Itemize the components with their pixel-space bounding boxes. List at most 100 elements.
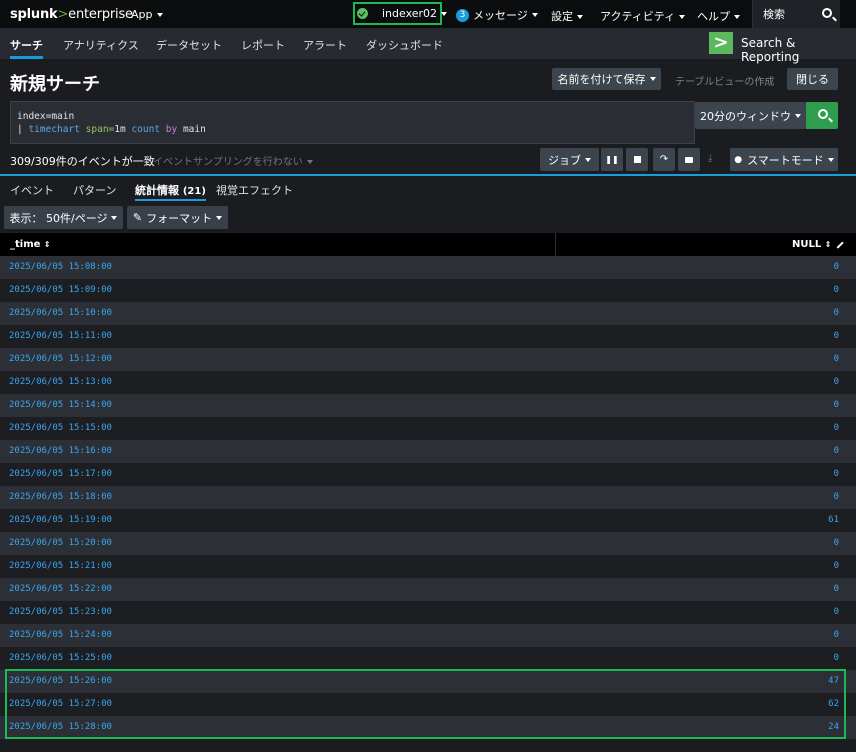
save-as-button[interactable]: 名前を付けて保存 — [552, 68, 661, 90]
table-row[interactable]: 2025/06/05 15:20:00 0 — [0, 532, 856, 555]
pause-button[interactable]: ❚❚ — [601, 148, 623, 171]
print-button[interactable] — [678, 148, 700, 171]
cell-time[interactable]: 2025/06/05 15:08:00 — [9, 262, 112, 272]
column-time[interactable]: _time ⇕ — [10, 239, 51, 250]
nav-search[interactable]: サーチ — [10, 37, 43, 59]
cell-time[interactable]: 2025/06/05 15:28:00 — [9, 722, 112, 732]
cell-time[interactable]: 2025/06/05 15:17:00 — [9, 469, 112, 479]
messages-menu[interactable]: 3 メッセージ — [456, 7, 538, 23]
cell-value[interactable]: 0 — [834, 630, 839, 640]
cell-value[interactable]: 47 — [828, 676, 839, 686]
settings-menu[interactable]: 設定 — [551, 8, 583, 24]
splunk-logo[interactable]: splunk>enterprise — [10, 7, 133, 22]
cell-time[interactable]: 2025/06/05 15:15:00 — [9, 423, 112, 433]
cell-value[interactable]: 0 — [834, 584, 839, 594]
table-row[interactable]: 2025/06/05 15:26:00 47 — [0, 670, 856, 693]
cell-value[interactable]: 0 — [834, 308, 839, 318]
cell-value[interactable]: 0 — [834, 607, 839, 617]
table-row[interactable]: 2025/06/05 15:12:00 0 — [0, 348, 856, 371]
cell-time[interactable]: 2025/06/05 15:13:00 — [9, 377, 112, 387]
cell-value[interactable]: 0 — [834, 653, 839, 663]
cell-time[interactable]: 2025/06/05 15:18:00 — [9, 492, 112, 502]
cell-value[interactable]: 0 — [834, 331, 839, 341]
cell-value[interactable]: 0 — [834, 469, 839, 479]
nav-dashboards[interactable]: ダッシュボード — [366, 37, 443, 53]
nav-reports[interactable]: レポート — [241, 37, 285, 53]
cell-value[interactable]: 0 — [834, 262, 839, 272]
export-icon[interactable]: ⤓ — [708, 153, 712, 176]
nav-alerts[interactable]: アラート — [303, 37, 347, 53]
table-row[interactable]: 2025/06/05 15:17:00 0 — [0, 463, 856, 486]
stop-button[interactable] — [626, 148, 648, 171]
table-row[interactable]: 2025/06/05 15:25:00 0 — [0, 647, 856, 670]
table-row[interactable]: 2025/06/05 15:11:00 0 — [0, 325, 856, 348]
time-range-picker[interactable]: 20分のウィンドウ — [695, 102, 806, 129]
edit-icon[interactable] — [832, 237, 844, 249]
format-menu[interactable]: ✎ フォーマット — [127, 206, 228, 229]
cell-time[interactable]: 2025/06/05 15:27:00 — [9, 699, 112, 709]
table-row[interactable]: 2025/06/05 15:13:00 0 — [0, 371, 856, 394]
cell-value[interactable]: 0 — [834, 400, 839, 410]
cell-time[interactable]: 2025/06/05 15:16:00 — [9, 446, 112, 456]
cell-time[interactable]: 2025/06/05 15:14:00 — [9, 400, 112, 410]
search-submit-button[interactable] — [806, 102, 838, 129]
cell-time[interactable]: 2025/06/05 15:21:00 — [9, 561, 112, 571]
cell-time[interactable]: 2025/06/05 15:12:00 — [9, 354, 112, 364]
cell-time[interactable]: 2025/06/05 15:10:00 — [9, 308, 112, 318]
job-menu[interactable]: ジョブ — [540, 148, 599, 171]
app-menu[interactable]: App — [131, 8, 163, 21]
share-button[interactable]: ↷ — [653, 148, 675, 171]
create-table-view-link[interactable]: テーブルビューの作成 — [675, 73, 774, 88]
cell-time[interactable]: 2025/06/05 15:09:00 — [9, 285, 112, 295]
cell-value[interactable]: 0 — [834, 354, 839, 364]
table-row[interactable]: 2025/06/05 15:21:00 0 — [0, 555, 856, 578]
nav-datasets[interactable]: データセット — [156, 37, 222, 53]
rows-per-page-menu[interactable]: 表示： 50件/ページ — [4, 206, 123, 229]
cell-value[interactable]: 61 — [828, 515, 839, 525]
table-row[interactable]: 2025/06/05 15:22:00 0 — [0, 578, 856, 601]
cell-value[interactable]: 0 — [834, 538, 839, 548]
tab-visualization[interactable]: 視覚エフェクト — [216, 182, 293, 198]
cell-value[interactable]: 24 — [828, 722, 839, 732]
table-row[interactable]: 2025/06/05 15:15:00 0 — [0, 417, 856, 440]
global-search[interactable]: 検索 — [752, 0, 840, 28]
cell-time[interactable]: 2025/06/05 15:22:00 — [9, 584, 112, 594]
cell-value[interactable]: 0 — [834, 377, 839, 387]
help-menu[interactable]: ヘルプ — [697, 8, 740, 24]
cell-time[interactable]: 2025/06/05 15:23:00 — [9, 607, 112, 617]
cell-time[interactable]: 2025/06/05 15:19:00 — [9, 515, 112, 525]
table-row[interactable]: 2025/06/05 15:28:00 24 — [0, 716, 856, 739]
close-button[interactable]: 閉じる — [787, 68, 838, 90]
cell-value[interactable]: 0 — [834, 561, 839, 571]
cell-time[interactable]: 2025/06/05 15:25:00 — [9, 653, 112, 663]
app-title[interactable]: Search & Reporting — [741, 36, 856, 64]
search-input[interactable]: index=main | timechart span=1m count by … — [10, 101, 695, 144]
table-row[interactable]: 2025/06/05 15:24:00 0 — [0, 624, 856, 647]
tab-statistics[interactable]: 統計情報 (21) — [135, 182, 206, 201]
search-mode-menu[interactable]: ● スマートモード — [730, 148, 838, 171]
table-row[interactable]: 2025/06/05 15:08:00 0 — [0, 256, 856, 279]
nav-analytics[interactable]: アナリティクス — [63, 37, 139, 53]
activity-menu[interactable]: アクティビティ — [600, 8, 686, 24]
table-row[interactable]: 2025/06/05 15:14:00 0 — [0, 394, 856, 417]
cell-time[interactable]: 2025/06/05 15:11:00 — [9, 331, 112, 341]
cell-time[interactable]: 2025/06/05 15:26:00 — [9, 676, 112, 686]
cell-value[interactable]: 0 — [834, 446, 839, 456]
cell-value[interactable]: 0 — [834, 285, 839, 295]
sampling-menu[interactable]: イベントサンプリングを行わない — [153, 153, 313, 168]
column-null[interactable]: NULL ⇕ — [792, 239, 831, 250]
table-row[interactable]: 2025/06/05 15:19:00 61 — [0, 509, 856, 532]
cell-time[interactable]: 2025/06/05 15:24:00 — [9, 630, 112, 640]
cell-time[interactable]: 2025/06/05 15:20:00 — [9, 538, 112, 548]
tab-events[interactable]: イベント — [10, 182, 54, 198]
tab-patterns[interactable]: パターン — [73, 182, 116, 198]
table-row[interactable]: 2025/06/05 15:09:00 0 — [0, 279, 856, 302]
cell-value[interactable]: 0 — [834, 423, 839, 433]
table-row[interactable]: 2025/06/05 15:27:00 62 — [0, 693, 856, 716]
table-row[interactable]: 2025/06/05 15:18:00 0 — [0, 486, 856, 509]
table-row[interactable]: 2025/06/05 15:23:00 0 — [0, 601, 856, 624]
table-row[interactable]: 2025/06/05 15:10:00 0 — [0, 302, 856, 325]
table-row[interactable]: 2025/06/05 15:16:00 0 — [0, 440, 856, 463]
cell-value[interactable]: 0 — [834, 492, 839, 502]
server-menu[interactable]: indexer02 — [357, 7, 448, 20]
